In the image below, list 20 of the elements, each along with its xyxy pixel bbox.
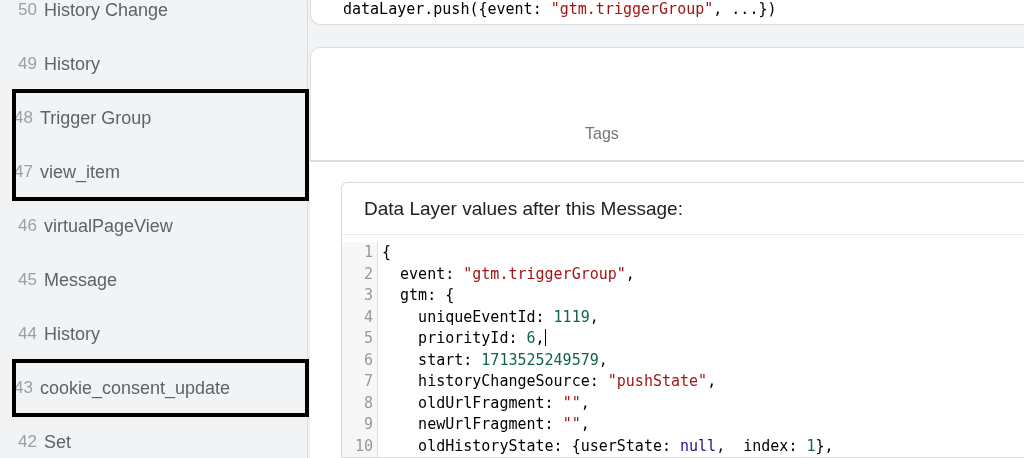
card-title: Data Layer values after this Message: <box>363 197 684 221</box>
line-number-gutter: 1 2 3 4 5 6 7 8 9 10 <box>342 242 378 457</box>
code-line: gtm: { <box>399 285 456 306</box>
code-line: oldUrlFragment: "", <box>417 392 591 414</box>
message-list-item[interactable]: 49 History <box>14 37 307 91</box>
code-line: event: "gtm.triggerGroup", <box>399 263 636 285</box>
message-list-item[interactable]: 46 virtualPageView <box>14 199 307 253</box>
message-list-item[interactable]: 44 History <box>14 307 307 361</box>
code-line: uniqueEventId: 1119, <box>417 306 600 328</box>
code-line: priorityId: 6, <box>417 328 547 349</box>
code-line: historyChangeSource: "pushState", <box>417 371 718 392</box>
code-line: { <box>382 242 393 263</box>
tags-tab[interactable]: Tags <box>585 125 619 143</box>
code-line: start: 1713525249579, <box>417 349 609 371</box>
message-list-item[interactable]: 50 History Change <box>14 0 307 37</box>
code-line: newUrlFragment: "", <box>417 414 591 435</box>
message-list-item[interactable]: 42 Set <box>14 415 307 458</box>
code-text: dataLayer.push({event: "gtm.triggerGroup", ...}) <box>343 0 777 18</box>
code-line: oldHistoryState: {userState: null, index: 1}, <box>417 435 834 457</box>
message-list-item[interactable]: 45 Message <box>14 253 307 307</box>
